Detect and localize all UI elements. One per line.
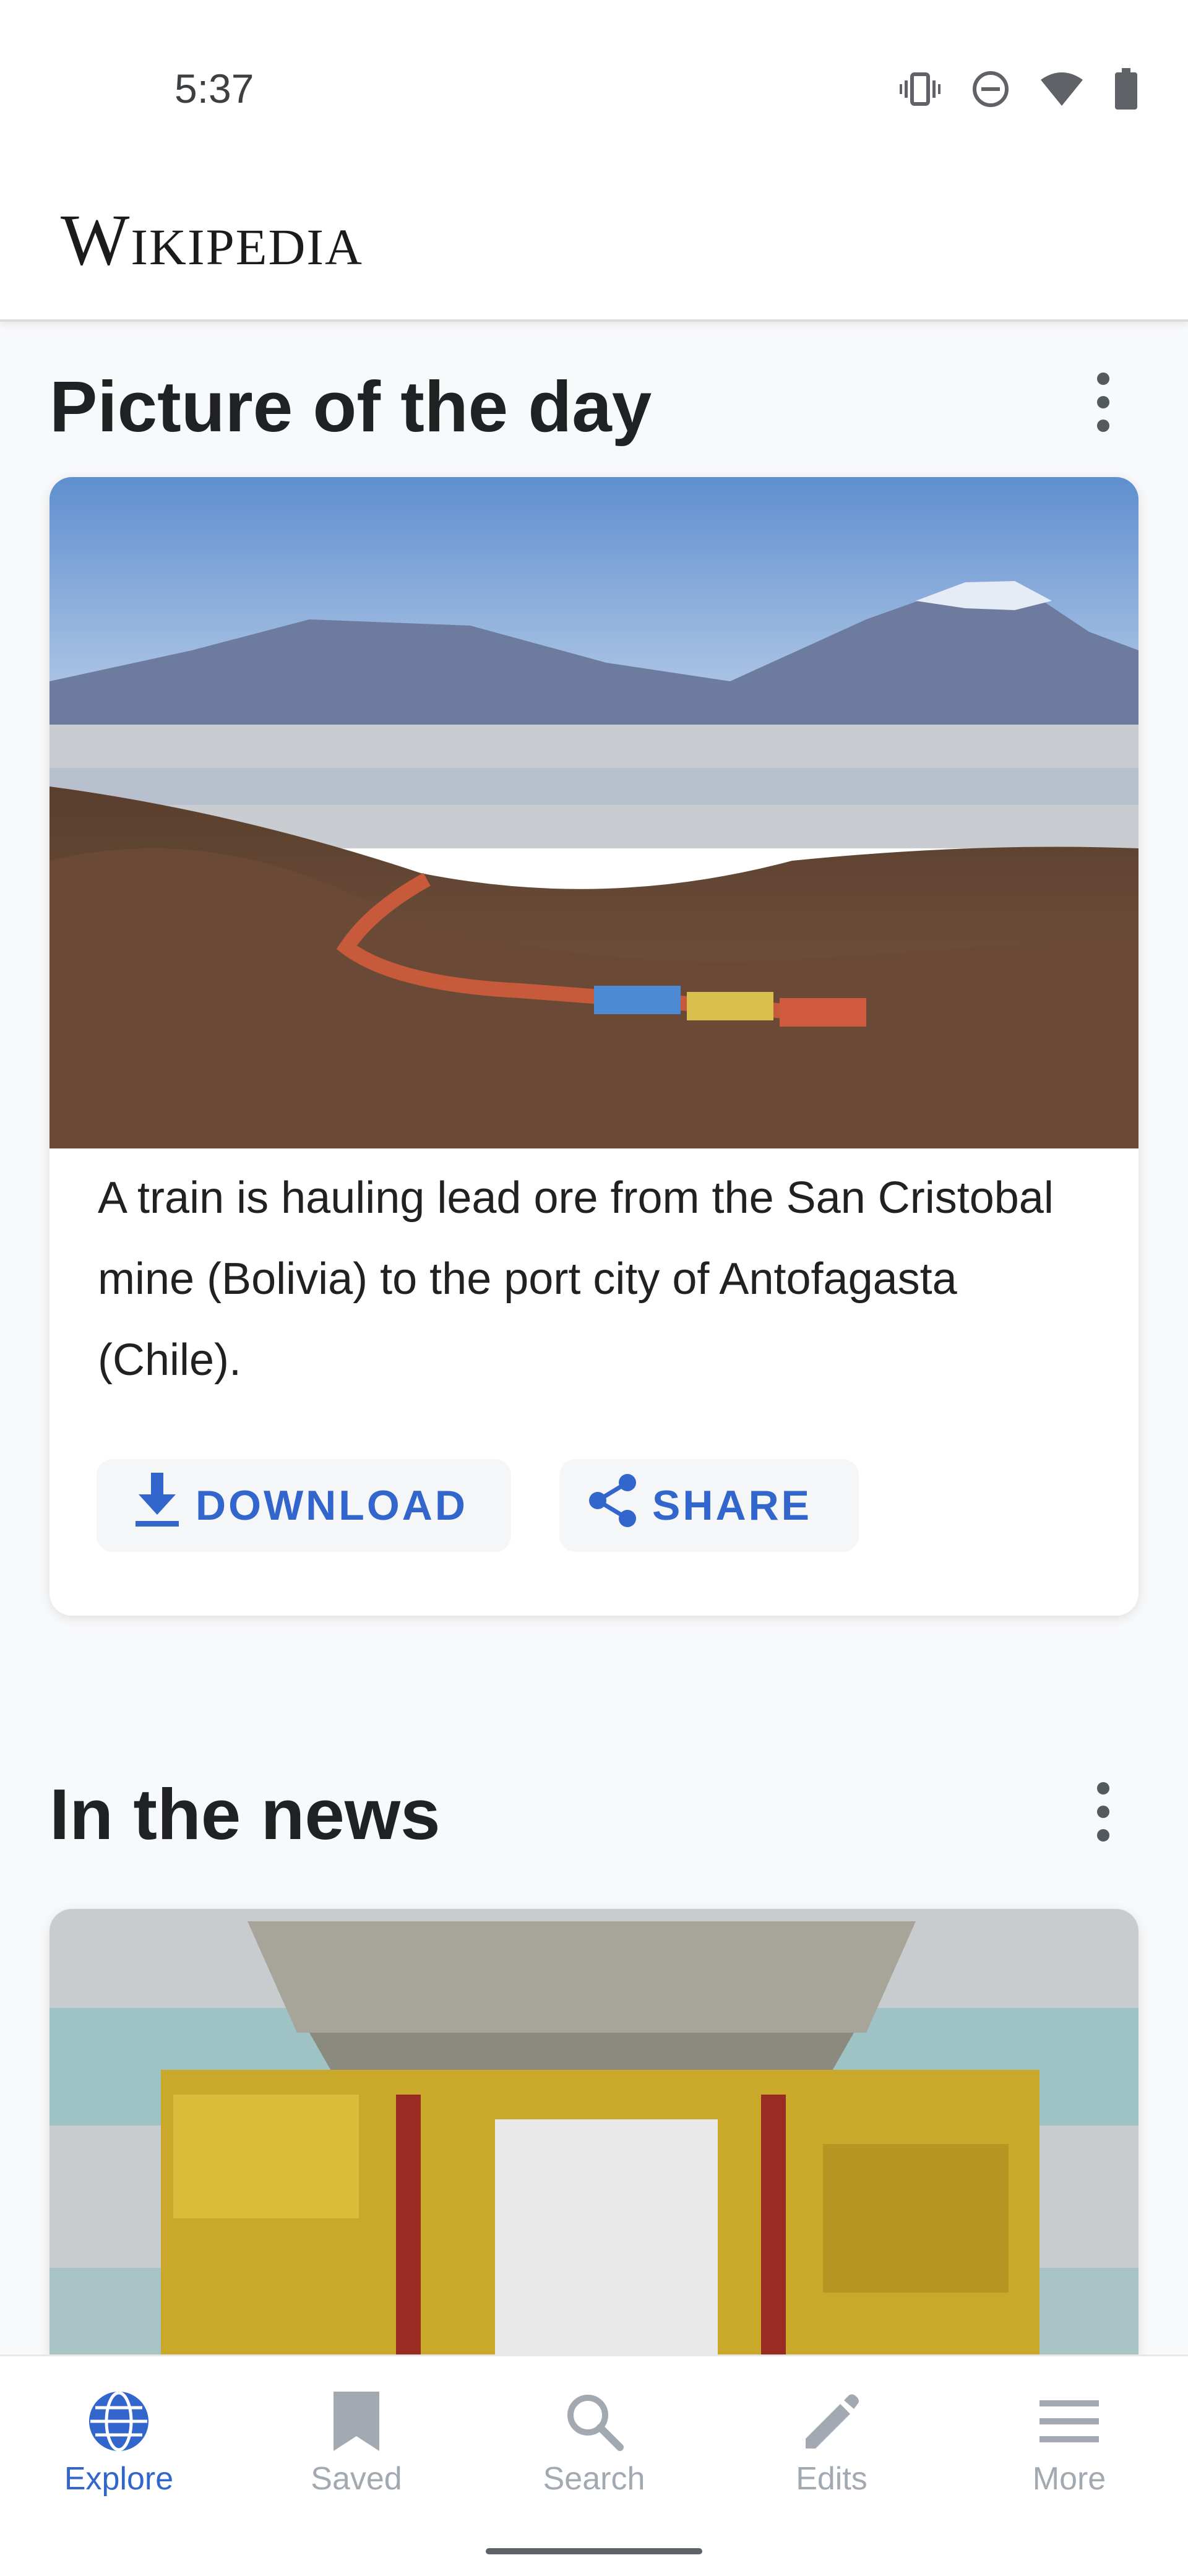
nav-edits-label: Edits: [796, 2461, 867, 2497]
nav-edits[interactable]: Edits: [713, 2356, 950, 2517]
share-label: SHARE: [652, 1482, 812, 1529]
status-icons: [898, 68, 1138, 110]
do-not-disturb-icon: [971, 70, 1010, 108]
nav-saved-label: Saved: [311, 2461, 402, 2497]
news-card[interactable]: [50, 1909, 1138, 2367]
search-icon: [564, 2387, 624, 2455]
status-time: 5:37: [174, 66, 254, 111]
potd-caption: A train is hauling lead ore from the San…: [98, 1173, 1054, 1385]
bottom-navigation: Explore Saved Search Edits More: [0, 2354, 1188, 2576]
download-icon: [132, 1473, 182, 1538]
share-icon: [587, 1473, 639, 1538]
potd-card[interactable]: A train is hauling lead ore from the San…: [50, 477, 1138, 1616]
news-overflow-menu-icon[interactable]: [1078, 1775, 1128, 1849]
nav-explore-label: Explore: [64, 2461, 174, 2497]
nav-saved[interactable]: Saved: [238, 2356, 475, 2517]
pencil-icon: [802, 2387, 861, 2455]
globe-icon: [87, 2387, 151, 2455]
potd-image[interactable]: [50, 477, 1138, 1148]
wifi-icon: [1040, 71, 1084, 107]
app-bar: Wikipedia: [0, 149, 1188, 322]
news-image[interactable]: [50, 1909, 1138, 2367]
nav-more-label: More: [1032, 2461, 1106, 2497]
download-button[interactable]: DOWNLOAD: [97, 1459, 511, 1552]
battery-icon: [1114, 68, 1138, 110]
potd-overflow-menu-icon[interactable]: [1078, 365, 1128, 439]
news-heading: In the news: [50, 1774, 441, 1854]
nav-search-label: Search: [543, 2461, 645, 2497]
nav-more[interactable]: More: [950, 2356, 1188, 2517]
download-label: DOWNLOAD: [196, 1482, 468, 1529]
potd-heading: Picture of the day: [50, 366, 652, 447]
bookmark-icon: [334, 2387, 379, 2455]
vibrate-icon: [898, 71, 942, 108]
home-indicator[interactable]: [486, 2548, 702, 2554]
wikipedia-wordmark: Wikipedia: [61, 199, 363, 280]
menu-icon: [1040, 2387, 1099, 2455]
status-bar: 5:37: [0, 0, 1188, 149]
share-button[interactable]: SHARE: [559, 1459, 859, 1552]
nav-explore[interactable]: Explore: [0, 2356, 238, 2517]
nav-search[interactable]: Search: [475, 2356, 713, 2517]
